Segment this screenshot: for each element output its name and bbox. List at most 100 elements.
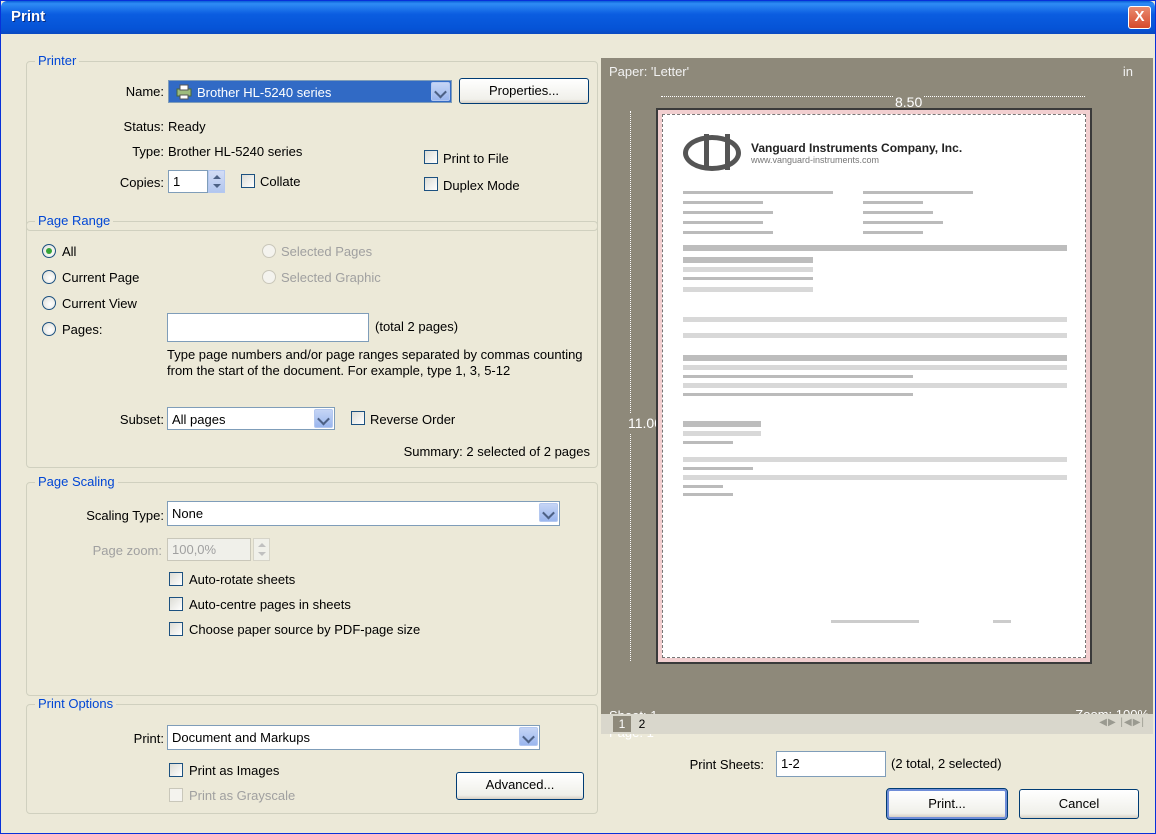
print-as-images-checkbox[interactable] [169, 763, 183, 777]
page-range-group-title: Page Range [35, 213, 114, 228]
print-preview: Paper: 'Letter' in 8.50 11.00 Vanguard I… [601, 58, 1153, 740]
doc-row [683, 375, 913, 378]
doc-row [683, 365, 1067, 370]
page-sheet: Vanguard Instruments Company, Inc. www.v… [662, 114, 1086, 658]
type-label: Type: [132, 144, 164, 159]
scaling-type-value: None [172, 506, 204, 521]
print-sheets-input[interactable]: 1-2 [776, 751, 886, 777]
auto-rotate-checkbox[interactable] [169, 572, 183, 586]
doc-row [683, 441, 733, 444]
doc-text-line [683, 191, 833, 194]
print-as-images-label: Print as Images [189, 763, 280, 778]
selected-graphic-radio[interactable] [262, 270, 276, 284]
doc-company: Vanguard Instruments Company, Inc. [751, 141, 963, 155]
page-zoom-stepper[interactable] [253, 538, 270, 561]
selected-pages-label: Selected Pages [281, 244, 373, 259]
type-value: Brother HL-5240 series [168, 144, 303, 159]
printer-name-value: Brother HL-5240 series [197, 85, 332, 100]
doc-text-line [683, 211, 773, 214]
scaling-type-select[interactable]: None [167, 501, 560, 526]
print-as-grayscale-checkbox[interactable] [169, 788, 183, 802]
duplex-checkbox[interactable] [424, 177, 438, 191]
print-label: Print: [133, 731, 164, 746]
window-title: Print [11, 8, 46, 25]
doc-table-row [683, 277, 813, 280]
cancel-button[interactable]: Cancel [1019, 789, 1139, 819]
paper-area: 8.50 11.00 Vanguard Instruments Company,… [613, 91, 1143, 664]
doc-text-line [863, 211, 933, 214]
chevron-down-icon[interactable] [314, 409, 333, 428]
doc-text-line [683, 231, 773, 234]
current-view-radio[interactable] [42, 296, 56, 310]
pages-label: Pages: [62, 322, 103, 337]
doc-url: www.vanguard-instruments.com [751, 155, 880, 165]
paper-source-checkbox[interactable] [169, 622, 183, 636]
print-what-value: Document and Markups [172, 730, 311, 745]
doc-row [683, 431, 761, 436]
print-sheets-summary: (2 total, 2 selected) [891, 756, 1002, 771]
properties-button[interactable]: Properties... [459, 78, 589, 104]
doc-section-bar [683, 245, 1067, 251]
auto-centre-checkbox[interactable] [169, 597, 183, 611]
print-sheets-label: Print Sheets: [689, 757, 764, 772]
doc-row [683, 485, 723, 488]
duplex-label: Duplex Mode [443, 178, 520, 193]
doc-page-number [993, 620, 1011, 623]
print-what-select[interactable]: Document and Markups [167, 725, 540, 750]
chevron-down-icon[interactable] [431, 82, 450, 101]
doc-table-row [683, 267, 813, 272]
page-thumbnail: Vanguard Instruments Company, Inc. www.v… [656, 108, 1092, 664]
doc-text-line [863, 231, 923, 234]
subset-label: Subset: [119, 412, 164, 427]
printer-group-title: Printer [35, 53, 80, 68]
total-pages-label: (total 2 pages) [375, 319, 459, 334]
title-bar[interactable]: Print X [1, 1, 1155, 34]
reverse-order-label: Reverse Order [370, 412, 456, 427]
page-tab-1[interactable]: 1 [613, 716, 631, 732]
copies-field[interactable]: 1 [168, 170, 208, 193]
all-radio[interactable] [42, 244, 56, 258]
doc-row [683, 493, 733, 496]
selected-pages-radio[interactable] [262, 244, 276, 258]
scaling-type-label: Scaling Type: [86, 508, 164, 523]
printer-icon [175, 84, 193, 100]
paper-size-label: Paper: 'Letter' [609, 64, 690, 79]
doc-row [683, 457, 1067, 462]
reverse-order-checkbox[interactable] [351, 411, 365, 425]
doc-text-line [683, 201, 763, 204]
doc-text-line [863, 201, 923, 204]
pages-radio[interactable] [42, 322, 56, 336]
doc-section-bar [683, 355, 1067, 361]
all-label: All [62, 244, 77, 259]
advanced-button[interactable]: Advanced... [456, 772, 584, 800]
page-selector: 1 2 ◀▶ |◀▶| [601, 714, 1153, 734]
printer-name-select[interactable]: Brother HL-5240 series [168, 80, 452, 103]
page-tab-2[interactable]: 2 [633, 716, 651, 732]
doc-row [683, 475, 1067, 480]
dialog-content: Printer Name: Brother HL-5240 series Pro… [4, 34, 1154, 832]
status-value: Ready [168, 119, 206, 134]
pages-input[interactable] [167, 313, 369, 342]
vanguard-logo-icon [683, 135, 741, 171]
collate-checkbox[interactable] [241, 174, 255, 188]
page-zoom-field[interactable]: 100,0% [167, 538, 251, 561]
chevron-down-icon[interactable] [519, 727, 538, 746]
page-nav-icon[interactable]: ◀▶ |◀▶| [1099, 717, 1145, 728]
print-to-file-checkbox[interactable] [424, 150, 438, 164]
print-button[interactable]: Print... [886, 788, 1008, 820]
auto-rotate-label: Auto-rotate sheets [189, 572, 296, 587]
close-icon[interactable]: X [1128, 6, 1151, 29]
doc-row [683, 383, 1067, 388]
width-dimension: 8.50 [661, 94, 1085, 110]
current-view-label: Current View [62, 296, 137, 311]
doc-table-row [683, 287, 813, 292]
range-summary: Summary: 2 selected of 2 pages [403, 444, 590, 459]
selected-graphic-label: Selected Graphic [281, 270, 381, 285]
chevron-down-icon[interactable] [539, 503, 558, 522]
subset-select[interactable]: All pages [167, 407, 335, 430]
doc-row [683, 467, 753, 470]
doc-row [683, 317, 1067, 322]
copies-stepper[interactable] [208, 170, 225, 193]
current-page-radio[interactable] [42, 270, 56, 284]
unit-label: in [1122, 64, 1133, 79]
